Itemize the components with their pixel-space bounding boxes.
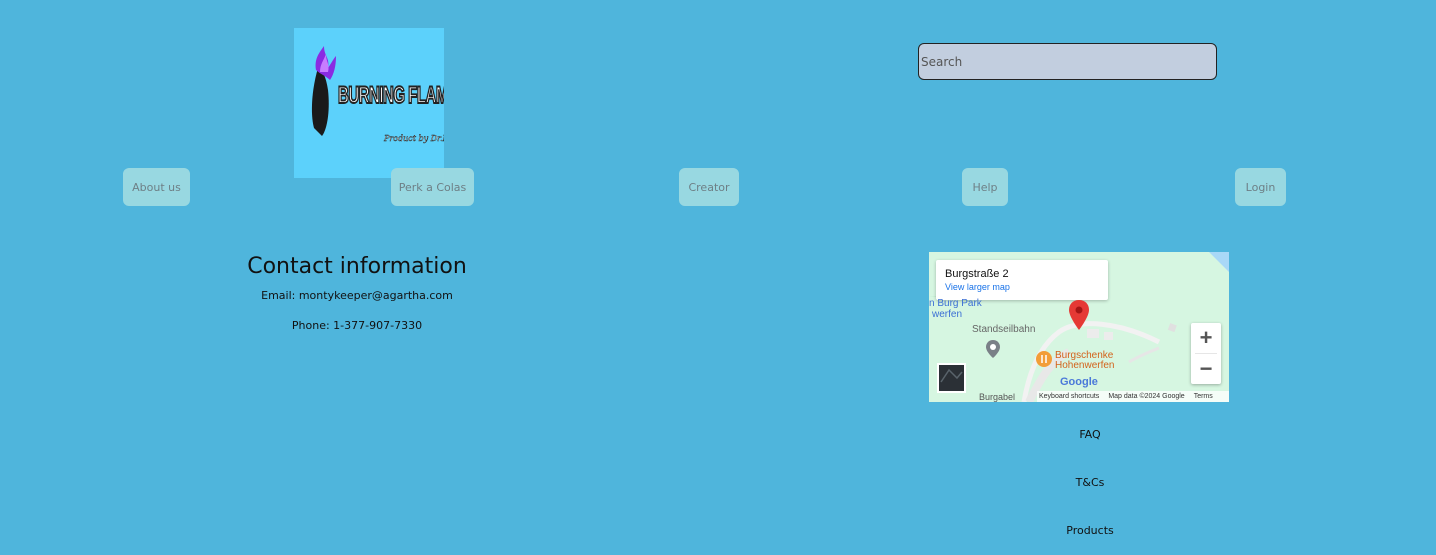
brand-logo: BURNING FLAMES SODA Product by Dr.Monty xyxy=(294,28,444,178)
map-label-park: n Burg Park xyxy=(929,298,982,309)
search-input[interactable] xyxy=(918,43,1217,80)
about-us-button[interactable]: About us xyxy=(123,168,190,206)
view-larger-map-link[interactable]: View larger map xyxy=(945,282,1010,292)
map-place-card: Burgstraße 2 View larger map xyxy=(936,260,1108,300)
footer-link-faq[interactable]: FAQ xyxy=(1040,428,1140,441)
map-label-park-2: werfen xyxy=(932,309,963,320)
zoom-in-button[interactable]: + xyxy=(1191,323,1221,353)
map-data-credit: Map data ©2024 Google xyxy=(1108,393,1185,400)
keyboard-shortcuts-link[interactable]: Keyboard shortcuts xyxy=(1039,393,1099,400)
map-attribution-bar: Keyboard shortcuts Map data ©2024 Google… xyxy=(1037,391,1229,402)
help-button[interactable]: Help xyxy=(962,168,1008,206)
logo-subtitle: Product by Dr.Monty xyxy=(384,134,444,143)
google-logo: Google xyxy=(1060,376,1098,388)
terms-link[interactable]: Terms xyxy=(1194,393,1213,400)
map-label-restaurant-2: Hohenwerfen xyxy=(1055,360,1115,371)
red-pin-icon xyxy=(1069,300,1089,330)
zoom-out-button[interactable]: − xyxy=(1191,354,1221,384)
map-label-burgabel: Burgabel xyxy=(979,392,1016,402)
logo-title: BURNING FLAMES SODA xyxy=(337,81,444,110)
footer-link-products[interactable]: Products xyxy=(1040,524,1140,537)
zoom-control: + − xyxy=(1191,323,1221,384)
contact-heading: Contact information xyxy=(247,254,467,279)
restaurant-icon xyxy=(1036,351,1052,367)
login-button[interactable]: Login xyxy=(1235,168,1286,206)
footer-link-tcs[interactable]: T&Cs xyxy=(1040,476,1140,489)
map-label-standseilbahn: Standseilbahn xyxy=(972,324,1036,335)
location-marker-icon xyxy=(986,340,1000,358)
creator-button[interactable]: Creator xyxy=(679,168,739,206)
contact-phone: Phone: 1-377-907-7330 xyxy=(291,319,423,332)
embedded-map[interactable]: Burgstraße 2 View larger map n Burg Park… xyxy=(929,252,1229,402)
contact-email: Email: montykeeper@agartha.com xyxy=(261,289,453,302)
map-place-name: Burgstraße 2 xyxy=(945,268,1009,280)
perk-a-colas-button[interactable]: Perk a Colas xyxy=(391,168,474,206)
